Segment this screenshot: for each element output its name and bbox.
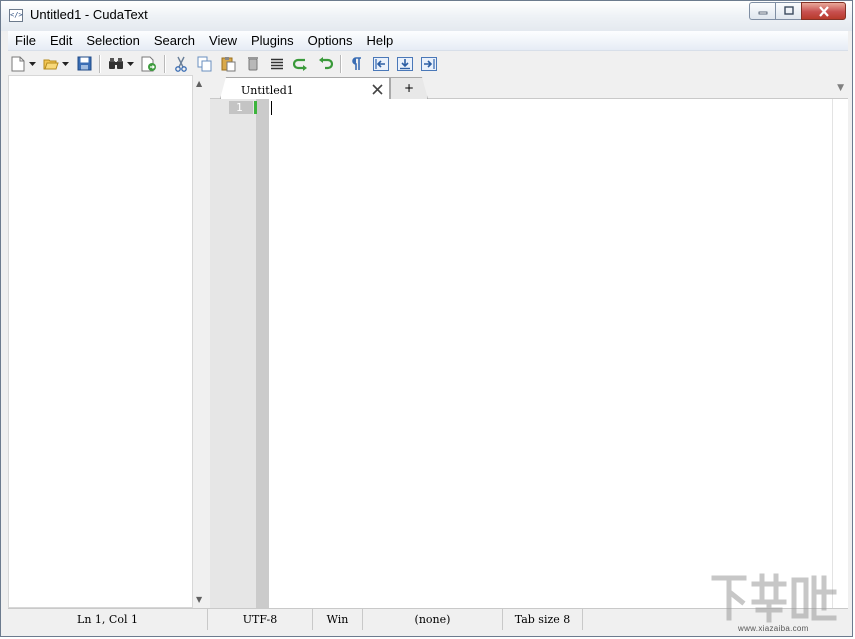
indent-right-icon [421,56,437,71]
title-bar[interactable]: </> Untitled1 - CudaText [1,1,852,31]
fold-gutter[interactable] [256,99,269,608]
select-all-button[interactable] [267,54,287,74]
line-number-gutter: 1 [210,99,256,608]
close-icon [818,5,829,17]
toolbar-separator [99,54,101,73]
new-file-dropdown[interactable] [28,54,37,74]
find-button[interactable] [106,54,126,74]
menu-options[interactable]: Options [301,31,360,50]
paste-button[interactable] [219,54,239,74]
trash-icon [248,57,258,71]
new-file-icon [11,56,25,71]
unindent-button[interactable] [371,54,391,74]
folder-open-icon [43,59,59,69]
delete-button[interactable] [243,54,263,74]
side-panel[interactable] [8,75,193,608]
indent-button[interactable] [419,54,439,74]
menu-help[interactable]: Help [359,31,400,50]
menu-search[interactable]: Search [147,31,202,50]
side-panel-scrollbar[interactable]: ▲ ▼ [193,75,208,608]
app-icon: </> [9,9,23,22]
modified-line-marker [254,101,257,114]
chevron-down-icon [29,61,36,66]
watermark-logo [711,573,837,623]
status-encoding[interactable]: UTF-8 [208,609,313,630]
binoculars-icon [109,58,123,69]
toolbar [8,51,848,76]
chevron-down-icon [62,61,69,66]
menu-selection[interactable]: Selection [79,31,146,50]
status-line-ending[interactable]: Win [313,609,363,630]
lines-icon [271,58,283,69]
watermark-url: www.xiazaiba.com [738,624,809,633]
status-caret-position[interactable]: Ln 1, Col 1 [8,609,208,630]
editor-area[interactable]: 1 [210,99,832,608]
status-lexer[interactable]: (none) [363,609,503,630]
tab-untitled1[interactable]: Untitled1 [220,77,390,99]
tab-menu-icon[interactable]: ▼ [837,83,844,93]
find-dropdown[interactable] [126,54,135,74]
undo-button[interactable] [291,54,311,74]
toolbar-separator [164,54,166,73]
redo-icon [319,56,333,69]
new-file-button[interactable] [8,54,28,74]
save-icon [77,56,91,71]
line-number: 1 [229,101,253,114]
editor-vertical-scrollbar[interactable] [832,99,848,608]
window-controls [749,2,846,21]
chevron-down-icon [127,61,134,66]
scissors-icon [175,56,187,72]
toolbar-separator [340,54,342,73]
minimize-button[interactable] [749,2,775,20]
window-title: Untitled1 - CudaText [30,7,148,22]
comment-button[interactable] [395,54,415,74]
menu-view[interactable]: View [202,31,244,50]
maximize-icon [783,6,794,15]
goto-page-icon [141,56,156,71]
add-tab-button[interactable]: + [390,77,428,99]
menu-file[interactable]: File [8,31,43,50]
redo-button[interactable] [315,54,335,74]
undo-icon [293,58,307,71]
menu-edit[interactable]: Edit [43,31,79,50]
app-window: </> Untitled1 - CudaText File Edit Selec… [0,0,853,637]
tab-label: Untitled1 [241,84,294,97]
save-button[interactable] [74,54,94,74]
paste-icon [221,56,236,71]
close-window-button[interactable] [801,2,846,20]
indent-left-icon [373,56,389,71]
minimize-icon [758,11,767,15]
copy-icon [197,56,212,71]
close-tab-icon[interactable] [372,84,383,95]
go-to-button[interactable] [139,54,159,74]
open-file-button[interactable] [41,54,61,74]
scroll-up-icon[interactable]: ▲ [196,79,202,88]
comment-lines-icon [397,56,413,71]
menu-bar: File Edit Selection Search View Plugins … [8,31,848,51]
pilcrow-icon [352,56,361,70]
scroll-down-icon[interactable]: ▼ [196,595,202,604]
menu-plugins[interactable]: Plugins [244,31,301,50]
open-file-dropdown[interactable] [61,54,70,74]
cut-button[interactable] [171,54,191,74]
show-unprinted-button[interactable] [347,54,367,74]
status-tab-size[interactable]: Tab size 8 [503,609,583,630]
text-caret [271,101,272,115]
tab-bar: Untitled1 + ▼ [210,75,848,99]
copy-button[interactable] [195,54,215,74]
maximize-button[interactable] [775,2,801,20]
